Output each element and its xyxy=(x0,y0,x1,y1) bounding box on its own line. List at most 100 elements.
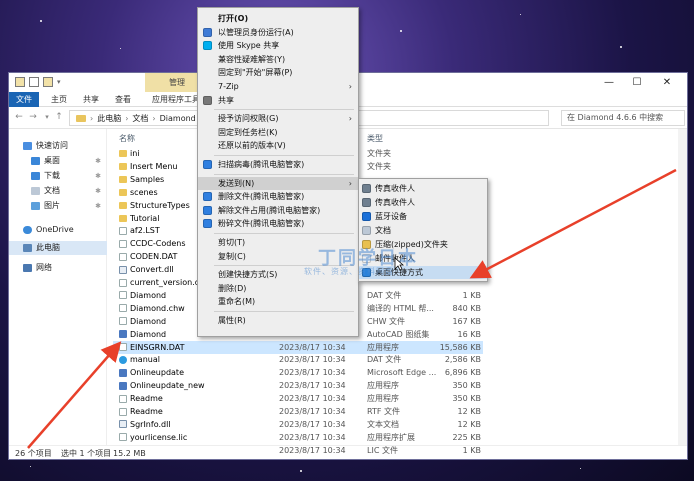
menu-item[interactable]: 重命名(M) xyxy=(198,295,358,308)
menu-item-label: 使用 Skype 共享 xyxy=(218,41,280,51)
nav-pictures[interactable]: 图片 ✱ xyxy=(9,199,107,213)
menu-item-label: 固定到"开始"屏幕(P) xyxy=(218,68,293,78)
file-name: Onlineupdate_new xyxy=(130,381,205,391)
menu-item[interactable]: 文档 xyxy=(359,224,487,237)
breadcrumb-documents[interactable]: 文档 xyxy=(132,113,148,124)
menu-item-label: 打开(O) xyxy=(218,14,249,23)
menu-item[interactable]: 使用 Skype 共享 xyxy=(198,39,358,52)
menu-item[interactable]: 以管理员身份运行(A) xyxy=(198,26,358,39)
skype-icon xyxy=(203,41,212,51)
file-name: af2.LST xyxy=(130,226,160,236)
menu-item[interactable]: 删除(D) xyxy=(198,282,358,295)
recent-locations-icon[interactable]: ▾ xyxy=(41,111,53,123)
menu-item[interactable]: 固定到"开始"屏幕(P) xyxy=(198,66,358,79)
menu-item-label: 发送到(N) xyxy=(218,178,255,188)
file-row[interactable]: Onlineupdate_new 2023/8/17 10:34 应用程序 350 K… xyxy=(113,379,483,392)
breadcrumb-this-pc[interactable]: 此电脑 xyxy=(97,113,121,124)
folder-icon xyxy=(119,150,127,157)
menu-item[interactable]: 传真收件人 xyxy=(359,196,487,209)
menu-item[interactable]: 兼容性疑难解答(Y) xyxy=(198,53,358,66)
menu-item-label: 删除文件(腾讯电脑管家) xyxy=(218,192,305,202)
navigation-pane: 快速访问 桌面 ✱ 下载 ✱ 文档 ✱ 图片 ✱ OneDrive 此电脑 网络 xyxy=(9,129,107,445)
file-size: 12 KB xyxy=(457,407,481,416)
maximize-button[interactable]: ☐ xyxy=(623,73,651,92)
file-row[interactable]: manual 2023/8/17 10:34 DAT 文件 2,586 KB xyxy=(113,353,483,366)
tab-share[interactable]: 共享 xyxy=(77,92,105,107)
breadcrumb-diamond[interactable]: Diamond xyxy=(160,114,196,123)
file-size: 12 KB xyxy=(457,419,481,429)
tencent-icon xyxy=(203,219,212,229)
nav-downloads[interactable]: 下载 ✱ xyxy=(9,169,107,183)
back-icon[interactable]: ← xyxy=(13,111,25,123)
cloud-icon xyxy=(23,226,32,234)
file-name: Diamond.chw xyxy=(130,303,185,313)
vertical-scrollbar[interactable] xyxy=(678,129,687,445)
file-name: Tutorial xyxy=(130,213,160,223)
watermark-subtitle: 软件、资源、资料网盘 xyxy=(304,267,394,276)
file-name: Insert Menu xyxy=(130,161,178,171)
forward-icon[interactable]: → xyxy=(27,111,39,123)
nav-label: 桌面 xyxy=(44,156,60,165)
menu-item[interactable]: 发送到(N) › xyxy=(198,176,358,190)
file-row[interactable]: yourlicense.lic 2023/8/17 10:34 应用程序扩展 225 … xyxy=(113,431,483,444)
nav-this-pc[interactable]: 此电脑 xyxy=(9,241,107,255)
nav-label: 此电脑 xyxy=(36,243,60,252)
menu-item-label: 删除(D) xyxy=(218,283,247,293)
file-row[interactable]: SgrInfo.dll 2023/8/17 10:34 文本文档 12 KB xyxy=(113,418,483,431)
menu-item[interactable]: 解除文件占用(腾讯电脑管家) xyxy=(198,204,358,217)
tab-file[interactable]: 文件 xyxy=(9,92,39,107)
up-icon[interactable]: ↑ xyxy=(53,111,65,123)
chevron-right-icon: › xyxy=(348,114,352,124)
file-name-cell: Onlineupdate_new xyxy=(119,379,205,392)
menu-item[interactable]: 共享 xyxy=(198,94,358,107)
nav-desktop[interactable]: 桌面 ✱ xyxy=(9,154,107,168)
file-name-cell: StructureTypes xyxy=(119,199,190,212)
menu-item[interactable]: 授予访问权限(G) › xyxy=(198,112,358,125)
nav-onedrive[interactable]: OneDrive xyxy=(9,223,107,237)
minimize-button[interactable]: — xyxy=(595,73,623,92)
file-row[interactable]: Onlineupdate 2023/8/17 10:34 Microsoft Edg… xyxy=(113,366,483,379)
new-folder-icon[interactable] xyxy=(43,77,53,87)
menu-item-label: 蓝牙设备 xyxy=(375,212,407,221)
file-name-cell: Diamond xyxy=(119,315,166,328)
menu-item[interactable]: 删除文件(腾讯电脑管家) xyxy=(198,190,358,203)
close-button[interactable]: ✕ xyxy=(653,73,681,92)
file-name-cell: SgrInfo.dll xyxy=(119,418,171,431)
nav-quick-access[interactable]: 快速访问 xyxy=(9,139,107,153)
tab-home[interactable]: 主页 xyxy=(45,92,73,107)
customize-toolbar-icon[interactable]: ▾ xyxy=(57,78,61,86)
menu-item[interactable]: 蓝牙设备 xyxy=(359,210,487,223)
properties-icon[interactable] xyxy=(29,77,39,87)
menu-item[interactable]: 属性(R) xyxy=(198,314,358,327)
column-header-type[interactable]: 类型 xyxy=(367,133,383,145)
menu-item[interactable]: 扫描病毒(腾讯电脑管家) xyxy=(198,158,358,171)
nav-documents[interactable]: 文档 ✱ xyxy=(9,184,107,198)
file-date: 2023/8/17 10:34 xyxy=(279,419,346,429)
menu-item[interactable]: 粉碎文件(腾讯电脑管家) xyxy=(198,217,358,230)
doc-icon xyxy=(362,226,371,235)
tab-view[interactable]: 查看 xyxy=(109,92,137,107)
file-date: 2023/8/17 10:34 xyxy=(279,342,346,352)
dll-icon xyxy=(119,420,127,429)
file-row[interactable]: EINSGRN.DAT 2023/8/17 10:34 应用程序 15,586 KB xyxy=(113,340,483,354)
file-date: 2023/8/17 10:34 xyxy=(279,368,346,378)
menu-item-label: 重命名(M) xyxy=(218,297,256,307)
menu-item[interactable]: 固定到任务栏(K) xyxy=(198,126,358,139)
folder-icon[interactable] xyxy=(15,77,25,87)
file-row[interactable]: Readme 2023/8/17 10:34 RTF 文件 12 KB xyxy=(113,405,483,418)
network-icon xyxy=(23,264,32,272)
search-input[interactable]: 在 Diamond 4.6.6 中搜索 xyxy=(561,110,685,126)
file-row[interactable]: Readme 2023/8/17 10:34 应用程序 350 KB xyxy=(113,392,483,405)
column-header-name[interactable]: 名称 xyxy=(119,133,135,145)
menu-item-label: 固定到任务栏(K) xyxy=(218,127,278,137)
pin-icon: ✱ xyxy=(95,202,101,210)
nav-network[interactable]: 网络 xyxy=(9,261,107,275)
menu-item[interactable]: 打开(O) xyxy=(198,12,358,25)
menu-item[interactable]: 传真收件人 xyxy=(359,182,487,195)
file-type: 应用程序 xyxy=(367,381,399,391)
file-name-cell: af2.LST xyxy=(119,224,160,237)
menu-item[interactable]: 7-Zip › xyxy=(198,80,358,93)
menu-item[interactable]: 还原以前的版本(V) xyxy=(198,139,358,152)
file-type: 文件夹 xyxy=(367,161,391,171)
file-name: Diamond xyxy=(130,329,167,339)
